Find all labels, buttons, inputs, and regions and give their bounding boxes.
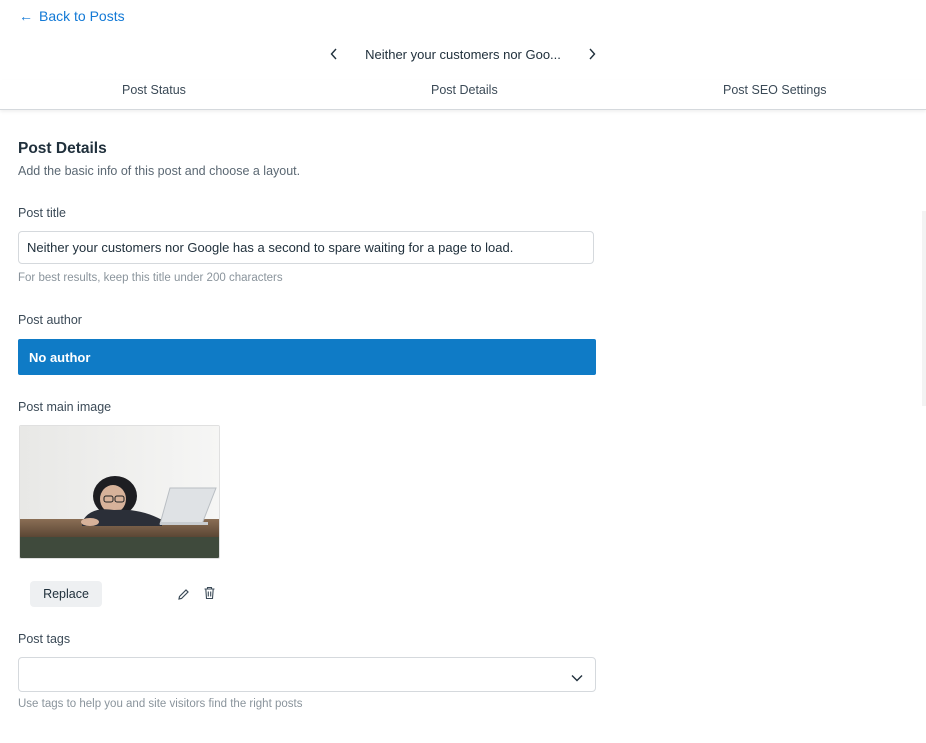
- tab-post-details[interactable]: Post Details: [431, 83, 498, 97]
- tab-post-seo-settings[interactable]: Post SEO Settings: [723, 83, 827, 97]
- post-nav-title: Neither your customers nor Goo...: [365, 46, 561, 62]
- back-to-posts-link[interactable]: ← Back to Posts: [19, 8, 125, 24]
- tab-bar: Post Status Post Details Post SEO Settin…: [0, 80, 926, 110]
- post-title-label: Post title: [18, 206, 66, 220]
- pencil-icon[interactable]: [175, 586, 191, 602]
- post-main-image-label: Post main image: [18, 400, 112, 414]
- arrow-left-icon: ←: [19, 8, 33, 24]
- post-title-hint: For best results, keep this title under …: [18, 272, 283, 284]
- post-navigation: Neither your customers nor Goo...: [0, 45, 926, 63]
- post-author-label: Post author: [18, 313, 82, 327]
- section-title: Post Details: [18, 140, 107, 157]
- chevron-down-icon: [571, 669, 583, 687]
- scrollbar[interactable]: [922, 211, 926, 406]
- tab-post-status[interactable]: Post Status: [122, 83, 186, 97]
- post-main-image[interactable]: [19, 425, 220, 559]
- replace-image-button[interactable]: Replace: [30, 581, 102, 607]
- chevron-left-icon[interactable]: [323, 45, 345, 63]
- chevron-right-icon[interactable]: [581, 45, 603, 63]
- post-tags-hint: Use tags to help you and site visitors f…: [18, 698, 303, 710]
- post-tags-label: Post tags: [18, 632, 71, 646]
- post-tags-select[interactable]: [18, 657, 596, 692]
- post-title-input[interactable]: Neither your customers nor Google has a …: [18, 231, 594, 264]
- section-subtitle: Add the basic info of this post and choo…: [18, 164, 301, 178]
- post-author-select[interactable]: No author: [18, 339, 596, 375]
- back-to-posts-label: Back to Posts: [39, 8, 125, 24]
- trash-icon[interactable]: [201, 585, 217, 601]
